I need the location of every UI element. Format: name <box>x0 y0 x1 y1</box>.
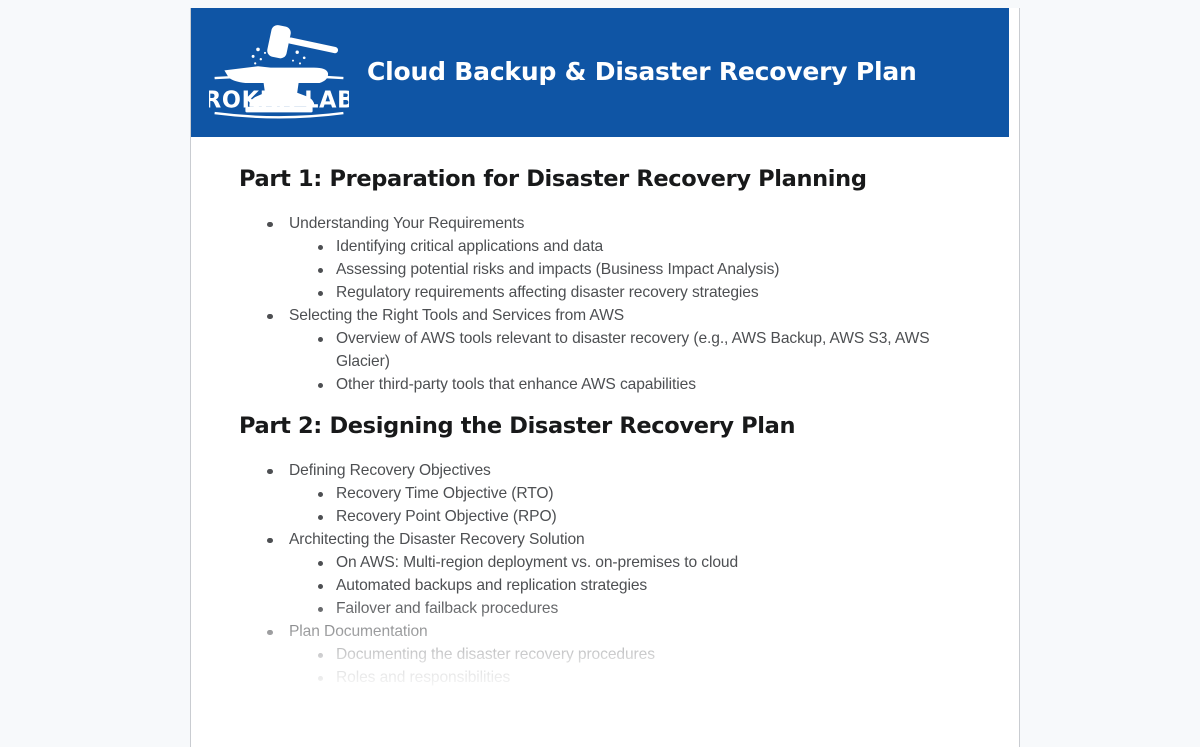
outline-list-level-2: Identifying critical applications and da… <box>318 236 979 305</box>
outline-subitem-label: Failover and failback procedures <box>336 600 559 618</box>
outline-item: Architecting the Disaster Recovery Solut… <box>267 529 979 552</box>
bullet-dot-icon <box>318 268 323 274</box>
bullet-dot-icon <box>267 629 273 636</box>
outline-item-label: Understanding Your Requirements <box>289 215 525 233</box>
outline-subitem-label: On AWS: Multi-region deployment vs. on-p… <box>336 554 739 572</box>
bullet-dot-icon <box>267 537 273 544</box>
outline-subitem: Failover and failback procedures <box>318 598 979 621</box>
outline-subitem-label: Automated backups and replication strate… <box>336 577 648 595</box>
outline-subitem: Regulatory requirements affecting disast… <box>318 282 979 305</box>
outline-subitem-label: Roles and responsibilities <box>336 669 511 687</box>
outline-subitem: Automated backups and replication strate… <box>318 575 979 598</box>
outline-list-level-2: Documenting the disaster recovery proced… <box>318 644 979 690</box>
bullet-dot-icon <box>318 653 323 659</box>
outline-sublist-wrapper: Overview of AWS tools relevant to disast… <box>267 328 979 396</box>
outline-subitem-label: Other third-party tools that enhance AWS… <box>336 375 696 393</box>
outline-item: Understanding Your Requirements <box>267 213 979 236</box>
outline-subitem: Roles and responsibilities <box>318 667 979 690</box>
outline-list-level-1: Defining Recovery Objectives Recovery Tim… <box>267 460 979 690</box>
document-title: Cloud Backup & Disaster Recovery Plan <box>367 57 917 87</box>
bullet-dot-icon <box>318 492 323 498</box>
section-heading: Part 2: Designing the Disaster Recovery … <box>239 413 796 440</box>
outline-list-level-2: Recovery Time Objective (RTO) Recovery Po… <box>318 483 979 529</box>
document-section: Part 1: Preparation for Disaster Recover… <box>239 165 979 396</box>
outline-item: Plan Documentation <box>267 621 979 644</box>
outline-subitem: Recovery Time Objective (RTO) <box>318 483 979 506</box>
outline-item: Selecting the Right Tools and Services f… <box>267 305 979 328</box>
outline-sublist-wrapper: Recovery Time Objective (RTO) Recovery Po… <box>267 483 979 529</box>
bullet-dot-icon <box>267 468 273 475</box>
outline-subitem-label: Recovery Time Objective (RTO) <box>336 485 554 503</box>
outline-item: Defining Recovery Objectives <box>267 460 979 483</box>
bullet-dot-icon <box>318 515 323 521</box>
bullet-dot-icon <box>318 291 323 297</box>
outline-subitem-label: Recovery Point Objective (RPO) <box>336 508 557 526</box>
outline-subitem: Assessing potential risks and impacts (B… <box>318 259 979 282</box>
outline-subitem-label: Assessing potential risks and impacts (B… <box>336 261 780 279</box>
outline-subitem-label: Overview of AWS tools relevant to disast… <box>336 330 930 370</box>
outline-sublist-wrapper: Documenting the disaster recovery proced… <box>267 644 979 690</box>
outline-item-label: Selecting the Right Tools and Services f… <box>289 307 625 325</box>
outline-list-level-1: Understanding Your Requirements Identifyi… <box>267 213 979 396</box>
outline-subitem-label: Documenting the disaster recovery proced… <box>336 646 655 664</box>
outline-sublist-wrapper: On AWS: Multi-region deployment vs. on-p… <box>267 552 979 621</box>
outline-subitem: Other third-party tools that enhance AWS… <box>318 374 979 397</box>
outline-list-level-2: Overview of AWS tools relevant to disast… <box>318 328 979 396</box>
app-root: BROKKR LABS Cloud Backup & Disaster Reco… <box>0 0 1200 747</box>
outline-list-level-2: On AWS: Multi-region deployment vs. on-p… <box>318 552 979 621</box>
bullet-dot-icon <box>267 313 273 320</box>
bullet-dot-icon <box>318 584 323 590</box>
bullet-dot-icon <box>267 221 273 228</box>
document-body: Part 1: Preparation for Disaster Recover… <box>191 137 1019 690</box>
bullet-dot-icon <box>318 561 323 567</box>
outline-subitem: Recovery Point Objective (RPO) <box>318 506 979 529</box>
outline-subitem-label: Regulatory requirements affecting disast… <box>336 284 759 302</box>
outline-subitem: On AWS: Multi-region deployment vs. on-p… <box>318 552 979 575</box>
document-section: Part 2: Designing the Disaster Recovery … <box>239 412 979 690</box>
outline-item-label: Architecting the Disaster Recovery Solut… <box>289 531 585 549</box>
outline-item-label: Plan Documentation <box>289 623 428 641</box>
section-heading: Part 1: Preparation for Disaster Recover… <box>239 166 867 192</box>
outline-subitem: Documenting the disaster recovery proced… <box>318 644 979 667</box>
bullet-dot-icon <box>318 676 323 682</box>
bullet-dot-icon <box>318 337 323 343</box>
outline-sublist-wrapper: Identifying critical applications and da… <box>267 236 979 305</box>
outline-item-label: Defining Recovery Objectives <box>289 462 491 480</box>
bullet-dot-icon <box>318 245 323 251</box>
bullet-dot-icon <box>318 607 323 613</box>
brokkr-labs-logo <box>224 25 339 113</box>
outline-subitem: Identifying critical applications and da… <box>318 236 979 259</box>
bullet-dot-icon <box>318 382 323 388</box>
document-page: BROKKR LABS Cloud Backup & Disaster Reco… <box>190 8 1020 747</box>
outline-subitem: Overview of AWS tools relevant to disast… <box>318 328 979 373</box>
document-header-banner: BROKKR LABS Cloud Backup & Disaster Reco… <box>191 8 1009 137</box>
outline-subitem-label: Identifying critical applications and da… <box>336 238 604 256</box>
